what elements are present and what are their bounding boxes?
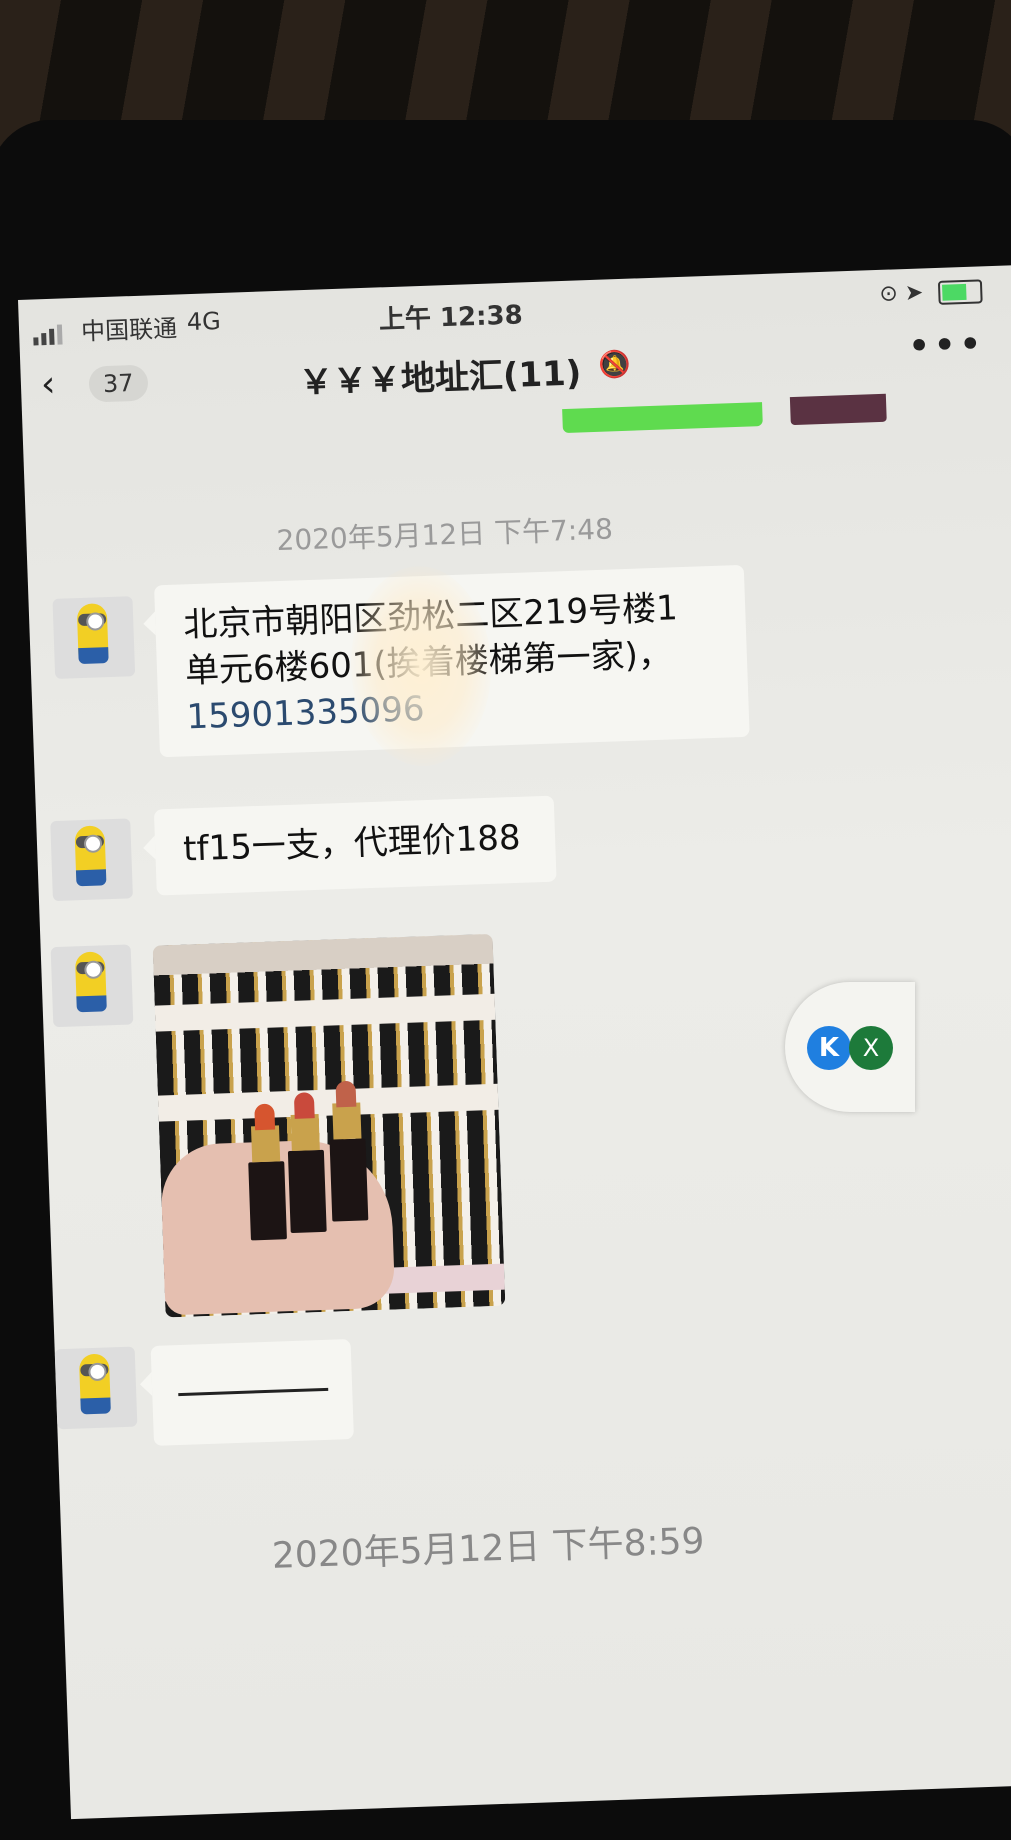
network-type: 4G <box>186 306 222 337</box>
floating-app-bubble[interactable]: K X <box>785 982 915 1112</box>
own-avatar[interactable] <box>789 393 887 426</box>
k-app-icon[interactable]: K <box>807 1026 851 1070</box>
message-bubble-blank[interactable] <box>150 1339 354 1446</box>
back-button[interactable]: ‹ <box>40 364 56 405</box>
bell-muted-icon: 🔕 <box>598 349 632 381</box>
battery-icon <box>937 279 983 305</box>
message-text: tf15一支，代理价188 <box>182 817 522 870</box>
chevron-left-icon: ‹ <box>40 363 57 406</box>
minion-avatar[interactable] <box>54 1346 138 1430</box>
chat-title: ￥￥￥地址汇(11) <box>298 353 583 404</box>
message-bubble-address[interactable]: 北京市朝阳区劲松二区219号楼1 单元6楼601(挨着楼梯第一家)， 15901… <box>154 564 750 758</box>
timestamp: 2020年5月12日 下午7:48 <box>275 512 614 558</box>
minion-avatar[interactable] <box>50 818 133 902</box>
location-icon: ➤ <box>904 280 924 307</box>
signal-icon <box>33 316 66 346</box>
orientation-lock-icon: ⊙ <box>879 281 899 307</box>
carrier-name: 中国联通 <box>80 314 178 346</box>
status-right-icons: ⊙ ➤ <box>879 278 983 307</box>
more-icon: ••• <box>906 321 985 370</box>
minion-avatar[interactable] <box>52 596 136 679</box>
x-app-icon[interactable]: X <box>849 1026 893 1070</box>
timestamp: 2020年5月12日 下午8:59 <box>271 1520 706 1577</box>
message-bubble-price[interactable]: tf15一支，代理价188 <box>153 795 557 896</box>
unread-count-badge[interactable]: 37 <box>88 364 149 403</box>
previous-message-bubble[interactable] <box>562 402 763 434</box>
more-button[interactable]: ••• <box>907 321 985 370</box>
minion-avatar[interactable] <box>50 944 134 1028</box>
underline-mark <box>178 1387 329 1397</box>
battery-fill <box>942 283 967 301</box>
lipstick-display-photo[interactable] <box>152 933 506 1318</box>
clock: 上午 12:38 <box>378 300 524 336</box>
